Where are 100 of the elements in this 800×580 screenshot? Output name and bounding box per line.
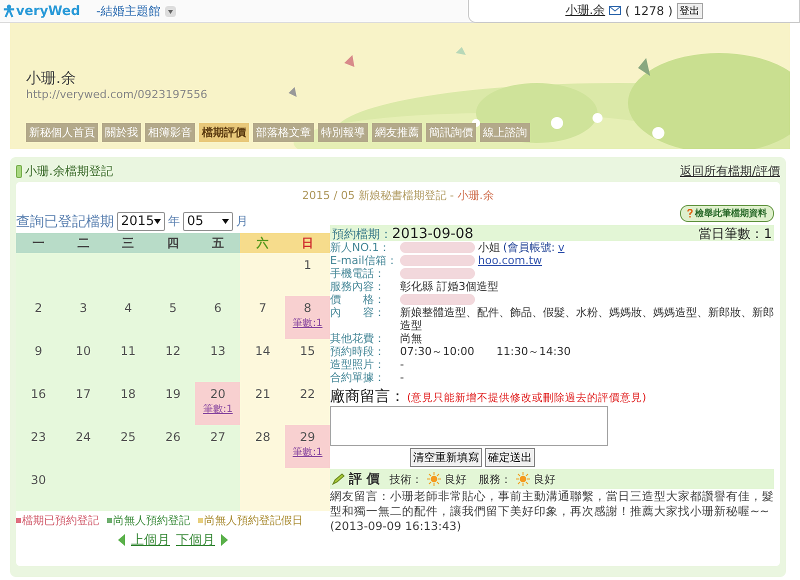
month-select[interactable]: 05 [183, 212, 233, 231]
legend-label: 尚無人預約登記假日 [204, 513, 303, 528]
field-label: 造型照片： [330, 358, 386, 371]
logo-text: veryWed [16, 4, 80, 18]
pencil-icon [332, 473, 345, 485]
dropdown-icon [222, 219, 229, 224]
panel-title: 小珊.余檔期登記 [25, 162, 113, 180]
left-arrow-icon [118, 534, 125, 546]
field-label: 價 格： [330, 293, 386, 306]
day-number: 17 [76, 387, 91, 401]
day-number: 26 [165, 430, 181, 444]
day-number: 11 [120, 344, 136, 358]
field-label: 手機電話： [330, 267, 386, 280]
query-label: 查詢已登記檔期 [16, 212, 114, 230]
nav-tab[interactable]: 簡訊詢價 [426, 123, 476, 142]
prev-month-link[interactable]: 上個月 [131, 531, 170, 549]
service-label: 服務： [478, 472, 512, 486]
nav-tab[interactable]: 相簿影音 [145, 123, 195, 142]
day-number: 27 [210, 430, 226, 444]
vendor-name: 小珊.余 [26, 69, 77, 88]
day-number: 9 [34, 344, 42, 358]
day-number: 29 [300, 430, 316, 444]
month-unit: 月 [236, 213, 248, 230]
day-number: 18 [120, 387, 136, 401]
nav-tab[interactable]: 檔期評價 [199, 123, 249, 142]
member-link[interactable]: v [558, 241, 565, 254]
vendor-message-label: 廠商留言： [330, 387, 405, 406]
field-value: 新娘整體造型、配件、飾品、假髮、水粉、媽媽妝、媽媽造型、新郎妝、新郎造型 [400, 306, 774, 332]
user-link[interactable]: 小珊.余 [565, 2, 606, 19]
user-comment: 網友留言：小珊老師非常貼心，事前主動溝通聯繫，當日三造型大家都讚譽有佳，髮型和獨一無二的配件，讓我們留下美好印象，再次感謝！推薦大家找小珊新秘喔~~ (2013-09-09 16:13:43) [330, 489, 774, 534]
field-label: E-mail信箱： [330, 254, 398, 267]
legend-label: 尚無人預約登記 [113, 513, 190, 528]
count-link[interactable]: 筆數:1 [292, 445, 322, 459]
day-number: 30 [30, 473, 46, 487]
vendor-url: http://verywed.com/0923197556 [26, 88, 208, 101]
right-arrow-icon [221, 534, 228, 546]
nav-tab[interactable]: 新秘個人首頁 [26, 123, 98, 142]
day-number: 20 [210, 387, 226, 401]
weekday-header: 一 [16, 233, 61, 253]
day-number: 14 [255, 344, 270, 358]
nav-tab[interactable]: 線上諮詢 [480, 123, 530, 142]
day-number: 12 [165, 344, 181, 358]
day-number: 19 [165, 387, 181, 401]
day-number: 5 [169, 301, 177, 315]
person-icon [3, 4, 15, 18]
legend-label: 檔期已預約登記 [22, 513, 99, 528]
year-unit: 年 [168, 213, 180, 230]
day-number: 1 [304, 258, 312, 272]
day-number: 25 [120, 430, 136, 444]
field-label: 服務內容： [330, 280, 386, 293]
day-number: 21 [255, 387, 270, 401]
clear-button[interactable]: 清空重新填寫 [410, 448, 482, 467]
day-number: 4 [124, 301, 132, 315]
day-number: 8 [304, 301, 312, 315]
year-select[interactable]: 2015 [117, 212, 165, 231]
day-number: 15 [300, 344, 316, 358]
dropdown-icon [154, 219, 161, 224]
count-link[interactable]: 筆數:1 [202, 402, 233, 416]
day-count-label: 當日筆數： [698, 226, 764, 243]
date-label: 預約檔期： [332, 226, 392, 242]
dropdown-icon [164, 6, 176, 16]
day-number: 3 [79, 301, 88, 315]
next-month-link[interactable]: 下個月 [176, 531, 215, 549]
day-number: 10 [76, 344, 91, 358]
day-number: 22 [300, 387, 316, 401]
day-number: 7 [258, 301, 267, 315]
nav-tab[interactable]: 部落格文章 [253, 123, 314, 142]
report-button[interactable]: 檢舉此筆檔期資料 [680, 205, 774, 222]
nav-tab[interactable]: 網友推薦 [372, 123, 422, 142]
member-label: (會員帳號: [503, 241, 555, 254]
rating-title: 評 價 [349, 471, 380, 488]
weekday-header: 五 [195, 233, 240, 253]
logo[interactable]: veryWed [3, 4, 80, 18]
nav-tab[interactable]: 特別報導 [318, 123, 368, 142]
field-value: 小姐 [478, 241, 500, 254]
sun-icon [516, 472, 530, 486]
day-number: 16 [30, 387, 46, 401]
submit-button[interactable]: 確定送出 [485, 448, 535, 467]
day-number: 6 [214, 301, 222, 315]
site-menu[interactable]: -結婚主題館 [96, 2, 176, 20]
day-number: 24 [76, 430, 91, 444]
service-rating: 良好 [534, 472, 556, 486]
nav-tab[interactable]: 關於我 [102, 123, 141, 142]
message-count: ( 1278 ) [625, 4, 673, 18]
message-input[interactable] [330, 406, 608, 446]
tech-label: 技術： [390, 472, 423, 486]
logout-button[interactable]: 登出 [676, 2, 703, 18]
field-value: - [400, 358, 404, 371]
back-link[interactable]: 返回所有檔期/評價 [680, 162, 780, 180]
mail-icon[interactable] [609, 6, 622, 15]
day-number: 23 [30, 430, 46, 444]
count-link[interactable]: 筆數:1 [292, 316, 322, 330]
calendar-title: 2015 / 05 新娘秘書檔期登記 - 小珊.余 [301, 188, 495, 203]
weekday-header: 三 [106, 233, 151, 253]
day-number: 2 [34, 301, 42, 315]
weekday-header: 六 [240, 233, 286, 253]
field-label: 內 容： [330, 306, 386, 321]
email-link[interactable]: hoo.com.tw [478, 254, 542, 267]
day-number: 13 [210, 344, 226, 358]
sun-icon [426, 472, 441, 486]
